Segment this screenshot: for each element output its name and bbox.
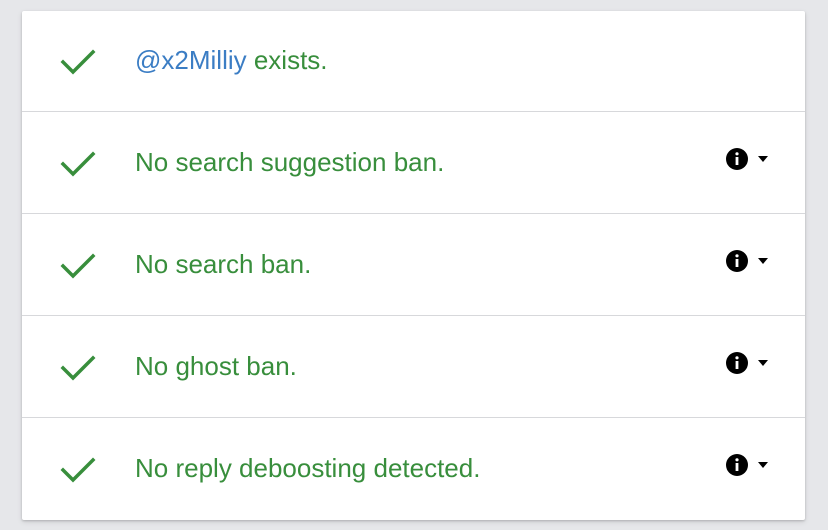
check-icon <box>60 355 96 381</box>
result-row-account-exists: @x2Milliy exists. <box>22 11 805 112</box>
check-icon <box>60 253 96 279</box>
check-icon <box>60 49 96 75</box>
chevron-down-icon[interactable] <box>757 359 769 367</box>
results-card: @x2Milliy exists. No search suggestion b… <box>22 11 805 520</box>
details-toggle[interactable] <box>725 249 769 273</box>
username-link[interactable]: @x2Milliy <box>135 45 247 75</box>
result-row-search-ban: No search ban. <box>22 215 805 316</box>
result-text: No search suggestion ban. <box>135 147 445 177</box>
details-toggle[interactable] <box>725 351 769 375</box>
result-text: No reply deboosting detected. <box>135 453 481 483</box>
check-icon <box>60 457 96 483</box>
chevron-down-icon[interactable] <box>757 461 769 469</box>
shadowban-test-page: @x2Milliy exists. No search suggestion b… <box>0 0 828 530</box>
result-row-search-suggestion-ban: No search suggestion ban. <box>22 113 805 214</box>
details-toggle[interactable] <box>725 453 769 477</box>
result-row-ghost-ban: No ghost ban. <box>22 317 805 418</box>
details-toggle[interactable] <box>725 147 769 171</box>
info-icon[interactable] <box>725 249 749 273</box>
account-status-text: exists. <box>246 45 328 75</box>
result-row-reply-deboosting: No reply deboosting detected. <box>22 419 805 520</box>
chevron-down-icon[interactable] <box>757 155 769 163</box>
result-text: No search ban. <box>135 249 312 279</box>
info-icon[interactable] <box>725 351 749 375</box>
chevron-down-icon[interactable] <box>757 257 769 265</box>
result-text: @x2Milliy exists. <box>135 43 328 77</box>
info-icon[interactable] <box>725 453 749 477</box>
info-icon[interactable] <box>725 147 749 171</box>
check-icon <box>60 151 96 177</box>
result-text: No ghost ban. <box>135 351 297 381</box>
